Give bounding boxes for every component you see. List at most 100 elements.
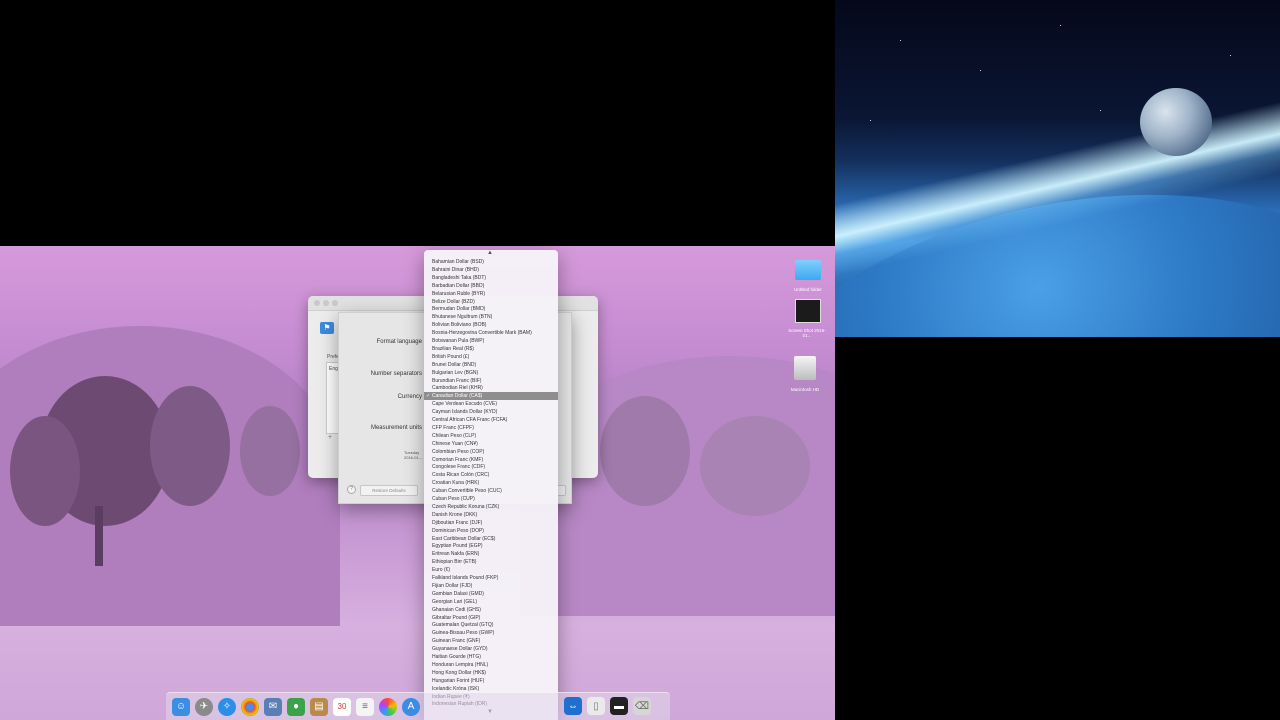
currency-option[interactable]: Bahamian Dollar (BSD) xyxy=(424,258,558,266)
moon-wallpaper xyxy=(1140,88,1212,156)
folder-icon[interactable] xyxy=(795,260,821,280)
tree xyxy=(240,406,300,496)
currency-option[interactable]: Fijian Dollar (FJD) xyxy=(424,582,558,590)
currency-option[interactable]: Bangladeshi Taka (BDT) xyxy=(424,274,558,282)
currency-option[interactable]: Guatemalan Quetzal (GTQ) xyxy=(424,621,558,629)
currency-option[interactable]: Burundian Franc (BIF) xyxy=(424,377,558,385)
currency-option[interactable]: Congolese Franc (CDF) xyxy=(424,463,558,471)
currency-option[interactable]: Costa Rican Colón (CRC) xyxy=(424,471,558,479)
currency-option[interactable]: Gibraltar Pound (GIP) xyxy=(424,614,558,622)
currency-option[interactable]: Belize Dollar (BZD) xyxy=(424,298,558,306)
currency-option[interactable]: Bosnia-Herzegovina Convertible Mark (BAM… xyxy=(424,329,558,337)
currency-option[interactable]: Ghanaian Cedi (GHS) xyxy=(424,606,558,614)
star xyxy=(1060,25,1061,26)
currency-option[interactable]: Bhutanese Ngultrum (BTN) xyxy=(424,313,558,321)
minimize-button[interactable] xyxy=(323,300,329,306)
messages-icon[interactable]: ● xyxy=(287,697,305,716)
currency-label: Currency xyxy=(397,394,422,400)
star xyxy=(870,120,871,121)
app-store-icon[interactable]: A xyxy=(402,697,420,716)
currency-option[interactable]: Central African CFA Franc (FCFA) xyxy=(424,416,558,424)
currency-option[interactable]: Guyanaese Dollar (GYD) xyxy=(424,645,558,653)
currency-option[interactable]: Eritrean Nakfa (ERN) xyxy=(424,550,558,558)
currency-option[interactable]: Comorian Franc (KMF) xyxy=(424,456,558,464)
currency-option[interactable]: Cape Verdean Escudo (CVE) xyxy=(424,400,558,408)
currency-option[interactable]: Cayman Islands Dollar (KYD) xyxy=(424,408,558,416)
close-button[interactable] xyxy=(314,300,320,306)
hard-drive-icon[interactable] xyxy=(794,356,816,380)
currency-option[interactable]: Euro (€) xyxy=(424,566,558,574)
chrome-icon[interactable] xyxy=(241,697,259,716)
currency-option[interactable]: Danish Krone (DKK) xyxy=(424,511,558,519)
document-icon[interactable]: ▯ xyxy=(587,697,605,715)
currency-option[interactable]: Chilean Peso (CLP) xyxy=(424,432,558,440)
currency-option[interactable]: Djiboutian Franc (DJF) xyxy=(424,519,558,527)
currency-option[interactable]: Dominican Peso (DOP) xyxy=(424,527,558,535)
trash-icon[interactable]: ⌫ xyxy=(633,697,651,715)
tree-trunk xyxy=(95,506,103,566)
currency-option[interactable]: CFP Franc (CFPF) xyxy=(424,424,558,432)
currency-option[interactable]: Cuban Peso (CUP) xyxy=(424,495,558,503)
flag-icon: ⚑ xyxy=(320,322,334,334)
currency-option[interactable]: Bulgarian Lev (BGN) xyxy=(424,369,558,377)
currency-option[interactable]: Cambodian Riel (KHR) xyxy=(424,384,558,392)
notes-icon[interactable]: ≡ xyxy=(356,697,374,716)
terminal-icon[interactable]: ▬ xyxy=(610,697,628,715)
currency-option[interactable]: Falkland Islands Pound (FKP) xyxy=(424,574,558,582)
teamviewer-icon[interactable]: ⇔ xyxy=(564,697,582,715)
desktop-icon-label: Macintosh HD xyxy=(790,387,820,392)
calendar-icon[interactable]: 30 xyxy=(333,697,351,716)
scroll-up-arrow-icon[interactable]: ▲ xyxy=(487,250,493,256)
currency-option[interactable]: Guinean Franc (GNF) xyxy=(424,637,558,645)
mail-icon[interactable]: ✉ xyxy=(264,697,282,716)
currency-option[interactable]: Gambian Dalasi (GMD) xyxy=(424,590,558,598)
currency-option[interactable]: Guinea-Bissau Peso (GWP) xyxy=(424,629,558,637)
currency-option[interactable]: Botswanan Pula (BWP) xyxy=(424,337,558,345)
desktop-icon-label: Untitled folder xyxy=(794,287,822,292)
zoom-button[interactable] xyxy=(332,300,338,306)
date-preview: Tuesday 2016-01-... xyxy=(404,450,423,460)
star xyxy=(980,70,981,71)
currency-option[interactable]: Hungarian Forint (HUF) xyxy=(424,677,558,685)
currency-option[interactable]: Bahraini Dinar (BHD) xyxy=(424,266,558,274)
currency-option[interactable]: Czech Republic Koruna (CZK) xyxy=(424,503,558,511)
currency-option[interactable]: Colombian Peso (COP) xyxy=(424,448,558,456)
checkmark-icon: ✓ xyxy=(426,393,431,400)
currency-option[interactable]: Egyptian Pound (EGP) xyxy=(424,542,558,550)
currency-option[interactable]: Barbadian Dollar (BBD) xyxy=(424,282,558,290)
star xyxy=(900,40,901,41)
photos-icon[interactable] xyxy=(379,697,397,716)
tree xyxy=(600,396,690,506)
date-preview-line: 2016-01-... xyxy=(404,455,424,460)
currency-option[interactable]: Bolivian Boliviano (BOB) xyxy=(424,321,558,329)
currency-option[interactable]: Hong Kong Dollar (HK$) xyxy=(424,669,558,677)
currency-option[interactable]: Chinese Yuan (CN¥) xyxy=(424,440,558,448)
currency-option[interactable]: Georgian Lari (GEL) xyxy=(424,598,558,606)
tree xyxy=(700,416,810,516)
currency-option[interactable]: Croatian Kuna (HRK) xyxy=(424,479,558,487)
document-icon[interactable] xyxy=(795,299,821,323)
contacts-icon[interactable]: ▤ xyxy=(310,697,328,716)
currency-option[interactable]: Brunei Dollar (BND) xyxy=(424,361,558,369)
add-language-button[interactable]: + xyxy=(328,434,332,441)
desktop-icon-label: Screen Shot 2016-01... xyxy=(788,328,826,338)
finder-icon[interactable]: ☺ xyxy=(172,697,190,716)
currency-option[interactable]: Ethiopian Birr (ETB) xyxy=(424,558,558,566)
currency-option[interactable]: Cuban Convertible Peso (CUC) xyxy=(424,487,558,495)
currency-option[interactable]: Brazilian Real (R$) xyxy=(424,345,558,353)
currency-option[interactable]: Bermudan Dollar (BMD) xyxy=(424,305,558,313)
tree xyxy=(150,386,230,506)
safari-icon[interactable]: ✧ xyxy=(218,697,236,716)
currency-option[interactable]: East Caribbean Dollar (EC$) xyxy=(424,535,558,543)
help-button[interactable]: ? xyxy=(347,485,356,494)
currency-option[interactable]: Honduran Lempira (HNL) xyxy=(424,661,558,669)
format-language-label: Format language xyxy=(376,339,422,345)
currency-option[interactable]: Belarusian Ruble (BYR) xyxy=(424,290,558,298)
secondary-desktop xyxy=(835,0,1280,337)
currency-option[interactable]: British Pound (£) xyxy=(424,353,558,361)
star xyxy=(1230,55,1231,56)
restore-defaults-button[interactable]: Restore Defaults xyxy=(360,485,418,496)
currency-option[interactable]: Canadian Dollar (CA$) xyxy=(424,392,558,401)
currency-option[interactable]: Haitian Gourde (HTG) xyxy=(424,653,558,661)
launchpad-icon[interactable]: ✈ xyxy=(195,697,213,716)
